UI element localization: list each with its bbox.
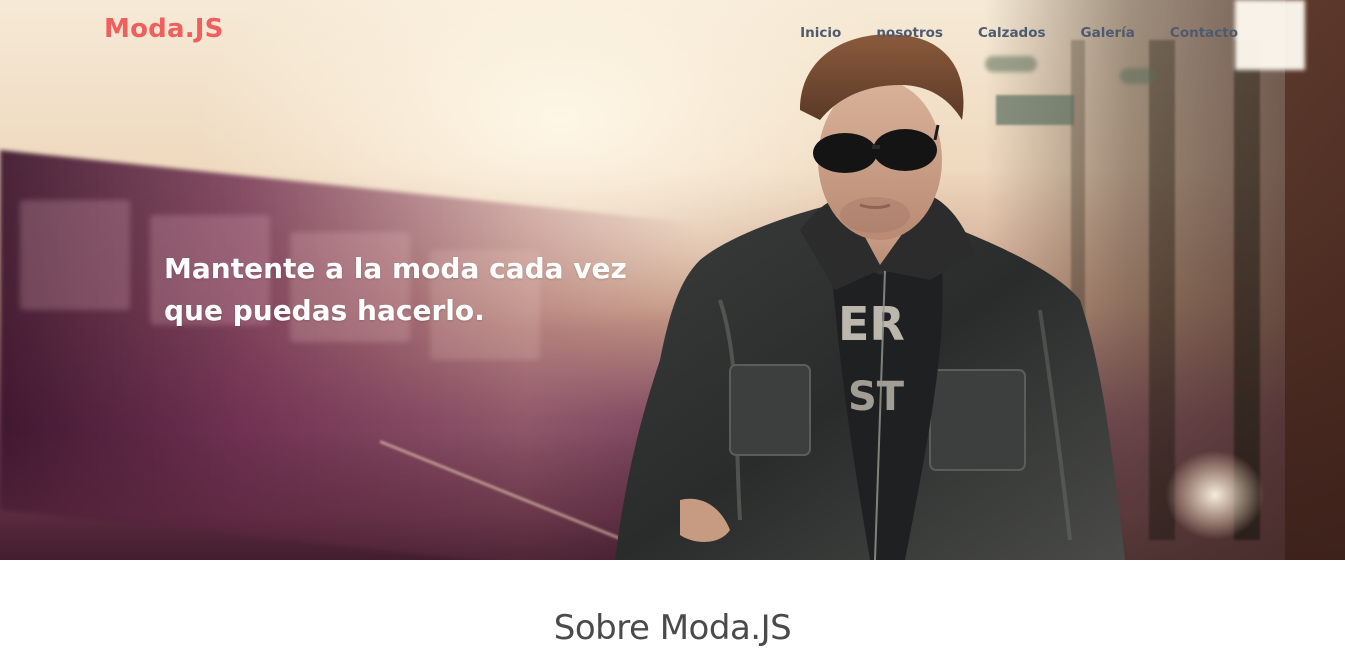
about-section-title: Sobre Moda.JS bbox=[553, 608, 792, 648]
nav-link-calzados[interactable]: Calzados bbox=[978, 25, 1046, 41]
sunglasses-bridge bbox=[872, 145, 880, 149]
nav-item-inicio: Inicio bbox=[800, 22, 841, 41]
nav-item-galeria: Galería bbox=[1081, 22, 1135, 41]
nav-item-nosotros: nosotros bbox=[876, 22, 943, 41]
jacket-pocket-left bbox=[729, 364, 811, 456]
brand-logo-link[interactable]: Moda.JS bbox=[104, 14, 224, 44]
tshirt-print: ST bbox=[848, 374, 905, 420]
nav-link-inicio[interactable]: Inicio bbox=[800, 25, 841, 41]
hero-headline: Mantente a la moda cada vez que puedas h… bbox=[164, 252, 627, 327]
nav-link-nosotros[interactable]: nosotros bbox=[876, 25, 943, 41]
nav-menu: Inicio nosotros Calzados Galería Contact… bbox=[765, 22, 1238, 41]
jacket-pocket-right bbox=[929, 369, 1026, 471]
hero-section: ER ST Moda.JS Inicio nosotros Calzados G… bbox=[0, 0, 1345, 560]
top-navbar: Moda.JS Inicio nosotros Calzados Galería… bbox=[0, 0, 1345, 62]
sunglasses-lens-right bbox=[873, 129, 937, 171]
nav-item-calzados: Calzados bbox=[978, 22, 1046, 41]
about-section: Sobre Moda.JS bbox=[0, 560, 1345, 657]
page: ER ST Moda.JS Inicio nosotros Calzados G… bbox=[0, 0, 1345, 657]
stubble-shape bbox=[840, 197, 910, 233]
sunglasses-lens-left bbox=[813, 133, 877, 173]
nav-link-contacto[interactable]: Contacto bbox=[1170, 25, 1238, 41]
nav-link-galeria[interactable]: Galería bbox=[1081, 25, 1135, 41]
tshirt-print: ER bbox=[838, 297, 905, 351]
nav-item-contacto: Contacto bbox=[1170, 22, 1238, 41]
